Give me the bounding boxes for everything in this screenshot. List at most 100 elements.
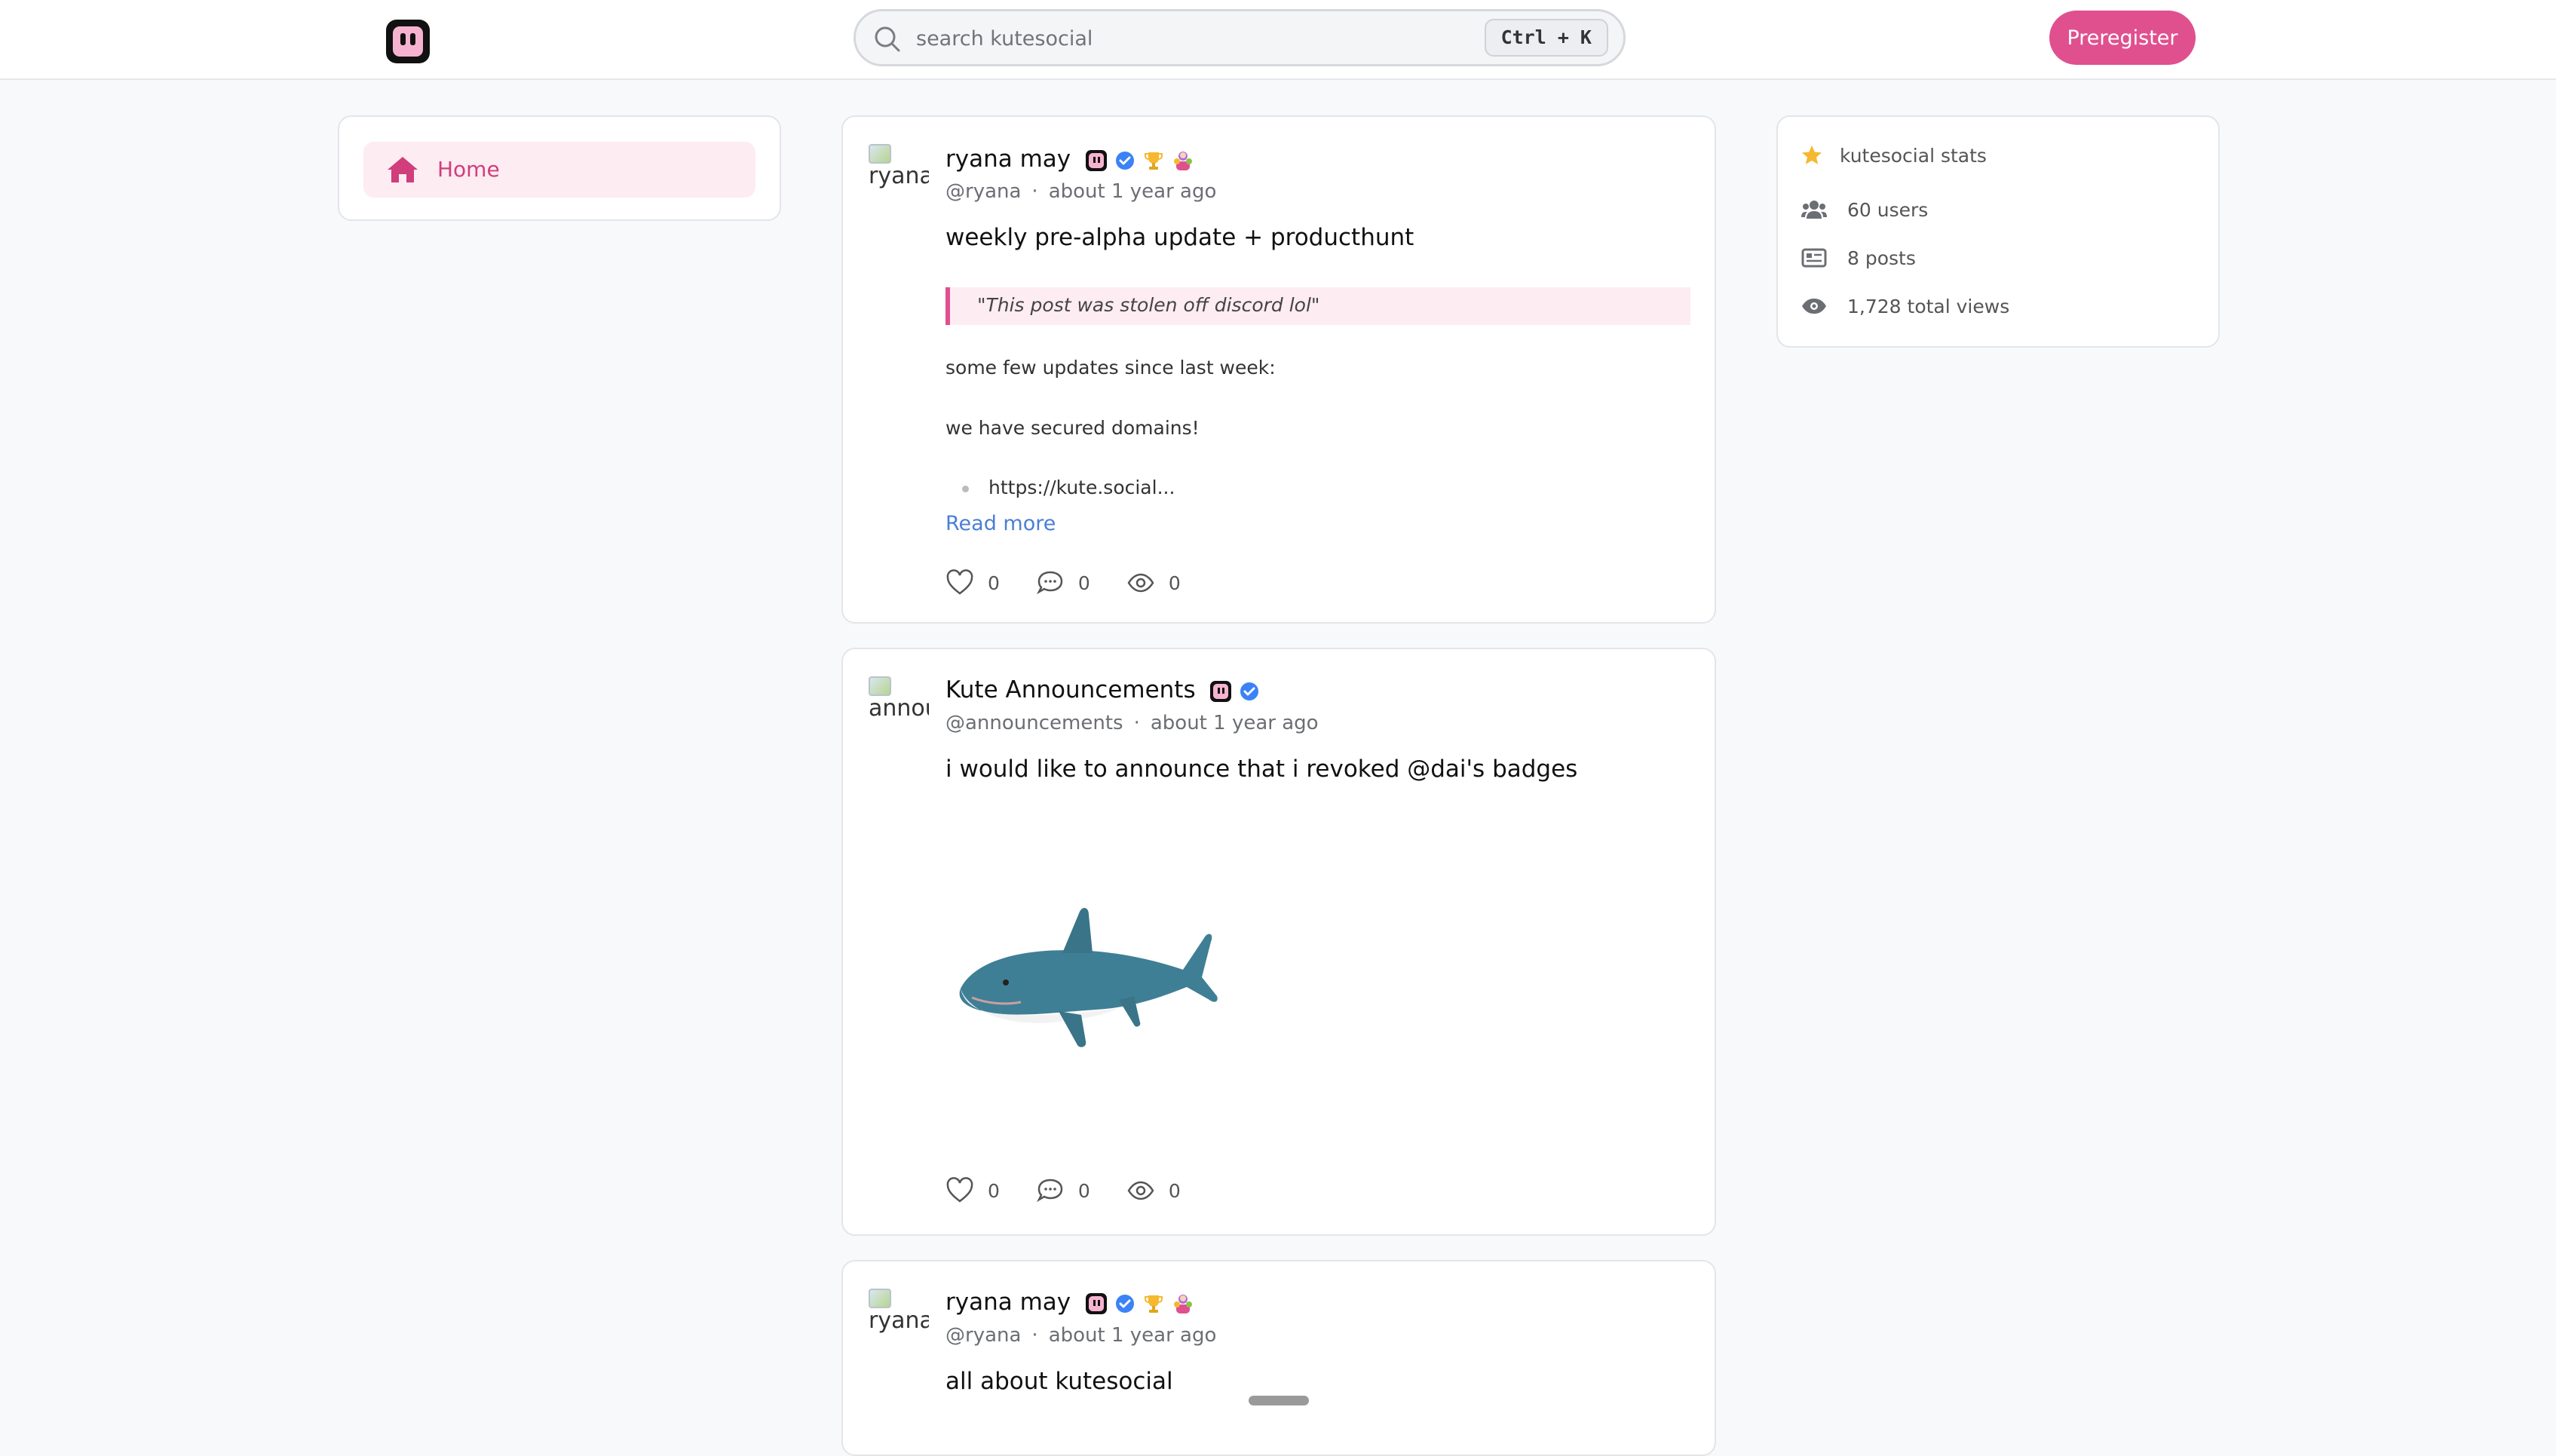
comment-button[interactable]: 0 [1036, 1176, 1090, 1205]
post-meta: @announcements · about 1 year ago [945, 712, 1319, 734]
avatar-alt-text: annou [869, 695, 929, 722]
comment-icon [1036, 1179, 1063, 1203]
broken-image-icon [869, 1289, 891, 1308]
kute-badge-icon [1210, 680, 1232, 702]
comment-button[interactable]: 0 [1036, 569, 1090, 597]
like-button[interactable]: 0 [945, 1176, 1000, 1205]
eye-icon [1127, 573, 1154, 593]
logo-eye-left [400, 33, 406, 45]
post-handle[interactable]: @ryana [945, 180, 1021, 203]
post-actions: 0 0 0 [945, 568, 1181, 598]
views-indicator: 0 [1126, 569, 1181, 597]
post-card: ryana ryana may @ryana · about 1 year ag… [841, 115, 1716, 624]
trophy-icon [1145, 152, 1163, 170]
trophy-icon [1145, 1295, 1163, 1313]
verified-icon [1240, 682, 1259, 700]
sidebar-item-label: Home [437, 157, 500, 182]
post-paragraph: some few updates since last week: [945, 357, 1276, 379]
kute-badge-icon [1086, 149, 1107, 171]
comment-icon [1036, 571, 1063, 595]
post-title[interactable]: weekly pre-alpha update + producthunt [945, 224, 1414, 251]
list-bullet [962, 486, 969, 492]
post-author-name: ryana may [945, 146, 1071, 173]
post-author[interactable]: ryana may [945, 1289, 1194, 1316]
home-icon [388, 157, 418, 182]
preregister-button[interactable]: Preregister [2049, 11, 2196, 65]
read-more-link[interactable]: Read more [945, 512, 1056, 535]
sidebar-nav: Home [338, 115, 781, 221]
verified-icon [1116, 1294, 1134, 1313]
post-timestamp: about 1 year ago [1048, 180, 1217, 203]
shark-plush-image[interactable] [945, 875, 1232, 1049]
comment-count: 0 [1077, 1179, 1090, 1202]
posts-icon [1801, 248, 1827, 268]
broken-image-icon [869, 144, 891, 164]
post-handle[interactable]: @ryana [945, 1324, 1021, 1347]
stats-posts: 8 posts [1847, 247, 1916, 269]
like-count: 0 [988, 572, 1000, 594]
stats-users: 60 users [1847, 198, 1929, 221]
meta-separator: · [1031, 180, 1038, 203]
post-paragraph: we have secured domains! [945, 417, 1200, 439]
view-count: 0 [1168, 572, 1181, 594]
stats-views: 1,728 total views [1847, 295, 2010, 317]
post-author-name: Kute Announcements [945, 676, 1196, 703]
post-title[interactable]: i would like to announce that i revoked … [945, 756, 1577, 783]
post-title[interactable]: all about kutesocial [945, 1368, 1173, 1395]
comment-count: 0 [1077, 572, 1090, 594]
views-indicator: 0 [1126, 1176, 1181, 1205]
search-icon [875, 26, 900, 52]
heart-icon [946, 569, 973, 595]
star-icon [1802, 146, 1822, 164]
stats-title-row: kutesocial stats [1801, 144, 1987, 167]
logo-eye-right [410, 33, 415, 45]
avatar-alt-text: ryana [869, 163, 929, 189]
kutesocial-logo-icon[interactable] [386, 20, 430, 63]
keyboard-shortcut-hint: Ctrl + K [1484, 19, 1608, 57]
stats-users-row: 60 users [1801, 198, 1928, 221]
top-navbar: Ctrl + K Preregister [0, 0, 2556, 80]
post-card: ryana ryana may @ryana · about 1 year ag… [841, 1260, 1716, 1456]
post-handle[interactable]: @announcements [945, 712, 1123, 734]
post-timestamp: about 1 year ago [1150, 712, 1319, 734]
author-badges [1210, 680, 1260, 702]
author-badges [1086, 149, 1194, 172]
eye-icon [1127, 1181, 1154, 1200]
like-count: 0 [988, 1179, 1000, 1202]
avatar[interactable]: ryana [869, 1289, 929, 1349]
avatar[interactable]: annou [869, 676, 929, 737]
post-author[interactable]: ryana may [945, 146, 1194, 173]
users-icon [1801, 201, 1827, 219]
view-count: 0 [1168, 1179, 1181, 1202]
post-actions: 0 0 0 [945, 1176, 1181, 1206]
verified-icon [1116, 151, 1134, 170]
avatar-alt-text: ryana [869, 1307, 929, 1334]
avatar[interactable]: ryana [869, 144, 929, 204]
sidebar-item-home[interactable]: Home [363, 142, 755, 198]
heart-icon [946, 1177, 973, 1203]
people-icon [1174, 151, 1192, 170]
kute-badge-icon [1086, 1292, 1107, 1314]
people-icon [1174, 1294, 1192, 1313]
author-badges [1086, 1292, 1194, 1315]
like-button[interactable]: 0 [945, 569, 1000, 597]
broken-image-icon [869, 676, 891, 696]
meta-separator: · [1133, 712, 1140, 734]
search-bar[interactable]: Ctrl + K [854, 9, 1626, 66]
post-meta: @ryana · about 1 year ago [945, 1324, 1216, 1347]
stats-posts-row: 8 posts [1801, 247, 1916, 269]
stats-panel: kutesocial stats 60 users 8 posts 1,728 … [1776, 115, 2220, 348]
post-meta: @ryana · about 1 year ago [945, 180, 1216, 203]
post-timestamp: about 1 year ago [1048, 1324, 1217, 1347]
search-input[interactable] [916, 22, 1444, 55]
scroll-handle[interactable] [1249, 1396, 1309, 1405]
eye-icon [1802, 299, 1826, 314]
stats-views-row: 1,728 total views [1801, 295, 2009, 317]
meta-separator: · [1031, 1324, 1038, 1347]
post-quote: "This post was stolen off discord lol" [945, 287, 1690, 325]
stats-title: kutesocial stats [1840, 144, 1987, 167]
post-list-item[interactable]: https://kute.social... [988, 477, 1175, 498]
post-card: annou Kute Announcements @announcements ·… [841, 648, 1716, 1236]
post-author[interactable]: Kute Announcements [945, 676, 1260, 703]
post-author-name: ryana may [945, 1289, 1071, 1316]
